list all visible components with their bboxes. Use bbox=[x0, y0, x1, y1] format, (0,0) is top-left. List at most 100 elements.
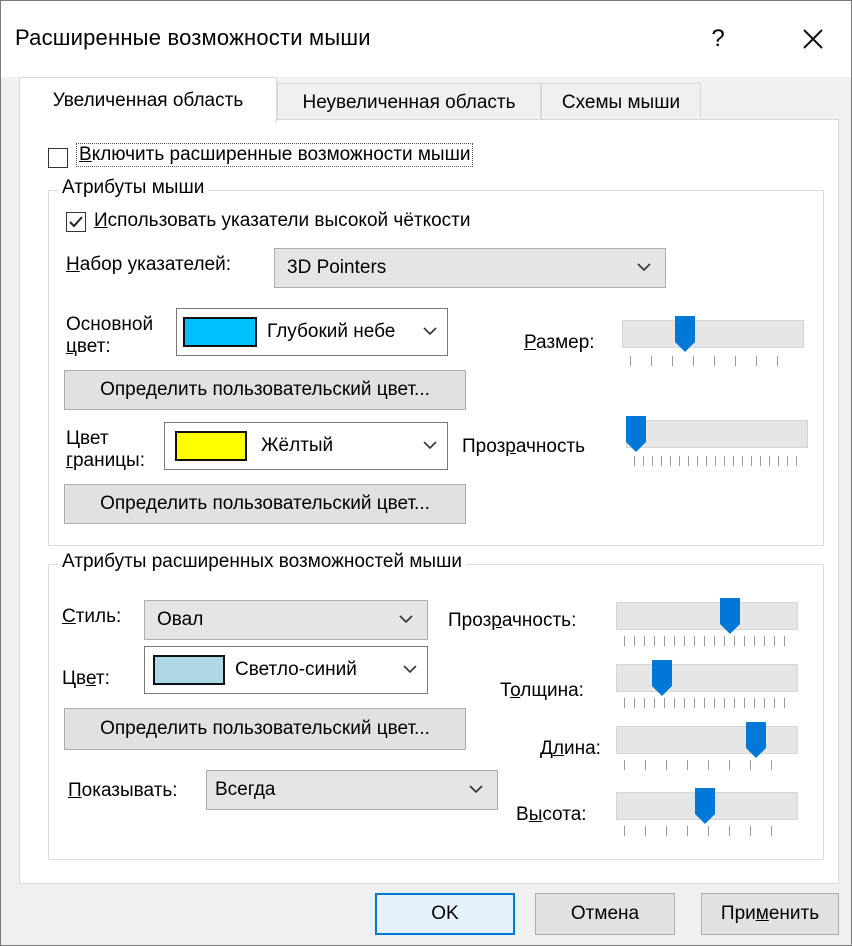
main-color-dropdown[interactable]: Глубокий небе bbox=[176, 308, 448, 356]
tab-magnified-area[interactable]: Увеличенная область bbox=[19, 77, 277, 123]
label-mnemonic: И bbox=[94, 210, 108, 231]
mouse-attributes-title: Атрибуты мыши bbox=[58, 177, 209, 199]
dropdown-value: Овал bbox=[157, 609, 204, 630]
hd-pointers-checkbox[interactable] bbox=[66, 212, 86, 232]
label-text: лщина: bbox=[520, 680, 584, 701]
label-text: ачность bbox=[515, 436, 586, 457]
tab-panel-magnified: Включить расширенные возможности мыши Ат… bbox=[19, 119, 839, 884]
label-text: абор указателей: bbox=[79, 254, 232, 275]
hd-pointers-label[interactable]: Использовать указатели высокой чёткости bbox=[94, 210, 471, 232]
transparency-slider-ticks bbox=[634, 456, 800, 466]
close-button[interactable] bbox=[783, 15, 843, 63]
chevron-down-icon bbox=[637, 263, 651, 272]
help-button[interactable]: ? bbox=[691, 15, 745, 63]
dropdown-value: Всегда bbox=[215, 779, 276, 800]
tab-label: Схемы мыши bbox=[561, 91, 681, 113]
style-dropdown[interactable]: Овал bbox=[144, 600, 428, 640]
thickness-slider-ticks bbox=[624, 698, 792, 708]
label-text: Цв bbox=[62, 668, 86, 689]
label-text: При bbox=[720, 903, 756, 924]
length-slider-ticks bbox=[624, 760, 792, 770]
label-text: Д bbox=[540, 738, 553, 759]
label-mnemonic: г bbox=[66, 450, 73, 471]
enhanced-attributes-title: Атрибуты расширенных возможностей мыши bbox=[58, 551, 466, 573]
transparency-slider-thumb[interactable] bbox=[626, 416, 646, 452]
thickness-label: Толщина: bbox=[500, 680, 584, 702]
length-slider-thumb[interactable] bbox=[745, 722, 766, 758]
label-mnemonic: С bbox=[62, 606, 76, 627]
label-mnemonic: о bbox=[510, 680, 521, 701]
dropdown-value: Жёлтый bbox=[261, 435, 334, 456]
dropdown-value: 3D Pointers bbox=[287, 257, 387, 278]
show-dropdown[interactable]: Всегда bbox=[206, 770, 498, 810]
height-slider-thumb[interactable] bbox=[694, 788, 715, 824]
chevron-down-icon bbox=[423, 441, 437, 450]
chevron-down-icon bbox=[403, 665, 417, 674]
border-color-dropdown[interactable]: Жёлтый bbox=[164, 422, 448, 470]
button-label: OK bbox=[431, 903, 459, 924]
window-title: Расширенные возможности мыши bbox=[15, 25, 371, 50]
label-text: В bbox=[516, 804, 529, 825]
tab-mouse-schemes[interactable]: Схемы мыши bbox=[541, 83, 701, 121]
thickness-slider[interactable] bbox=[616, 664, 798, 692]
label-text: ключить расширенные возможности мыши bbox=[91, 144, 471, 165]
label-text: раницы: bbox=[72, 450, 145, 471]
label-line: Цвет bbox=[66, 428, 109, 449]
button-label: Определить пользовательский цвет... bbox=[100, 718, 430, 739]
enhanced-transparency-ticks bbox=[624, 636, 792, 646]
button-label: Отмена bbox=[570, 903, 640, 924]
button-label: Определить пользовательский цвет... bbox=[100, 493, 430, 514]
length-slider[interactable] bbox=[616, 726, 798, 754]
color-label: Цвет: bbox=[62, 668, 110, 690]
define-custom-border-color-button[interactable]: Определить пользовательский цвет... bbox=[64, 484, 466, 524]
label-text: Т bbox=[500, 680, 511, 701]
size-slider-ticks bbox=[630, 356, 798, 366]
color-swatch bbox=[183, 317, 257, 347]
transparency-slider[interactable] bbox=[626, 420, 808, 448]
height-label: Высота: bbox=[516, 804, 587, 826]
thickness-slider-thumb[interactable] bbox=[652, 660, 672, 696]
label-mnemonic: Р bbox=[524, 332, 537, 353]
button-label: Определить пользовательский цвет... bbox=[100, 379, 430, 400]
label-text: сота: bbox=[542, 804, 587, 825]
label-text: ачность: bbox=[501, 610, 577, 631]
enhanced-color-dropdown[interactable]: Светло-синий bbox=[144, 646, 428, 694]
label-line: Основной bbox=[66, 314, 154, 335]
size-label: Размер: bbox=[524, 332, 595, 354]
label-mnemonic: м bbox=[755, 903, 769, 924]
dropdown-value: Глубокий небе bbox=[267, 321, 396, 342]
transparency-label: Прозрачность bbox=[462, 436, 585, 458]
length-label: Длина: bbox=[540, 738, 601, 760]
label-text: Проз bbox=[462, 436, 506, 457]
color-swatch bbox=[153, 655, 225, 685]
checkmark-icon bbox=[69, 216, 83, 228]
label-text: вет: bbox=[76, 336, 111, 357]
label-mnemonic: Н bbox=[66, 254, 80, 275]
cancel-button[interactable]: Отмена bbox=[535, 893, 675, 935]
define-custom-enhanced-color-button[interactable]: Определить пользовательский цвет... bbox=[64, 708, 466, 750]
size-slider[interactable] bbox=[622, 320, 804, 348]
enhanced-transparency-slider[interactable] bbox=[616, 602, 798, 630]
label-text: ина: bbox=[563, 738, 601, 759]
chevron-down-icon bbox=[469, 785, 483, 794]
tab-label: Неувеличенная область bbox=[302, 91, 516, 113]
enable-enhanced-checkbox[interactable] bbox=[48, 148, 68, 168]
ok-button[interactable]: OK bbox=[375, 893, 515, 935]
apply-button[interactable]: Применить bbox=[701, 893, 839, 935]
label-text: т: bbox=[95, 668, 110, 689]
pointer-set-dropdown[interactable]: 3D Pointers bbox=[274, 248, 666, 288]
color-swatch bbox=[175, 431, 247, 461]
title-bar: Расширенные возможности мыши ? bbox=[1, 1, 851, 77]
size-slider-thumb[interactable] bbox=[675, 316, 696, 352]
enable-enhanced-label[interactable]: Включить расширенные возможности мыши bbox=[76, 143, 474, 167]
define-custom-color-button[interactable]: Определить пользовательский цвет... bbox=[64, 370, 466, 410]
enhanced-transparency-label: Прозрачность: bbox=[448, 610, 576, 632]
label-mnemonic: р bbox=[505, 436, 516, 457]
show-label: Показывать: bbox=[68, 780, 178, 802]
label-mnemonic: р bbox=[491, 610, 502, 631]
close-icon bbox=[803, 29, 823, 49]
enhanced-transparency-thumb[interactable] bbox=[720, 598, 740, 634]
pointer-set-label: Набор указателей: bbox=[66, 254, 231, 276]
tab-unmagnified-area[interactable]: Неувеличенная область bbox=[277, 83, 541, 121]
label-mnemonic: ы bbox=[528, 804, 543, 825]
